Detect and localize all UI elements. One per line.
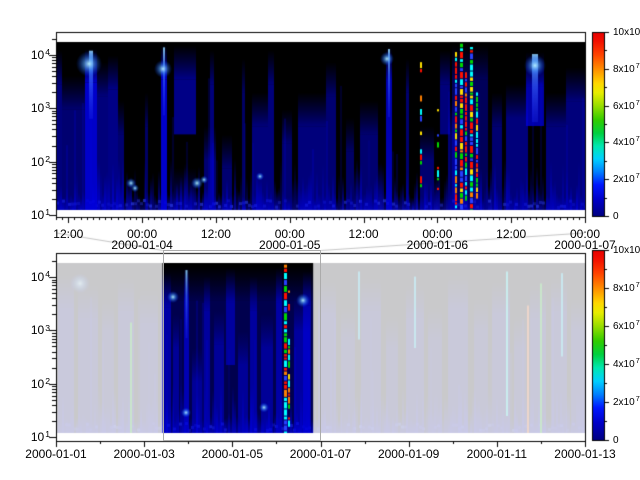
x-date-label: 2000-01-03 xyxy=(113,448,174,460)
x-date-label: 2000-01-09 xyxy=(378,448,439,460)
x-date-label: 2000-01-05 xyxy=(259,239,320,251)
colorbar-tick-label: 0 xyxy=(613,436,619,446)
colorbar-tick-label: 2x107 xyxy=(613,175,640,185)
x-date-label: 2000-01-07 xyxy=(290,448,351,460)
y-tick-label: 101 xyxy=(31,431,50,443)
colorbar-tick-label: 2x107 xyxy=(613,398,640,408)
colorbar-tick-label: 4x107 xyxy=(613,138,640,148)
y-tick-label: 102 xyxy=(31,378,50,390)
colorbar-tick-label: 6x107 xyxy=(613,102,640,112)
colorbar-tick-label: 10x107 xyxy=(613,28,640,38)
x-tick-label: 12:00 xyxy=(53,228,83,240)
x-date-label: 2000-01-11 xyxy=(467,448,528,460)
spectrogram-figure: 12:0000:002000-01-0412:0000:002000-01-05… xyxy=(0,0,640,480)
y-tick-label: 103 xyxy=(31,102,50,114)
x-date-label: 2000-01-05 xyxy=(202,448,263,460)
colorbar-tick-label: 6x107 xyxy=(613,322,640,332)
colorbar-tick-label: 10x107 xyxy=(613,246,640,256)
x-date-label: 2000-01-13 xyxy=(554,448,615,460)
x-date-label: 2000-01-07 xyxy=(554,239,615,251)
top-spectrogram-plot[interactable] xyxy=(56,32,585,217)
x-date-label: 2000-01-04 xyxy=(111,239,172,251)
y-tick-label: 103 xyxy=(31,324,50,336)
y-tick-label: 104 xyxy=(31,271,50,283)
y-tick-label: 101 xyxy=(31,209,50,221)
y-tick-label: 104 xyxy=(31,49,50,61)
x-tick-label: 12:00 xyxy=(349,228,379,240)
colorbar-tick-label: 8x107 xyxy=(613,284,640,294)
colorbar-tick-label: 8x107 xyxy=(613,65,640,75)
selection-box[interactable] xyxy=(163,250,321,441)
x-tick-label: 12:00 xyxy=(201,228,231,240)
x-date-label: 2000-01-06 xyxy=(407,239,468,251)
colorbar-tick-label: 4x107 xyxy=(613,360,640,370)
x-tick-label: 12:00 xyxy=(496,228,526,240)
x-date-label: 2000-01-01 xyxy=(25,448,86,460)
y-tick-label: 102 xyxy=(31,156,50,168)
colorbar-tick-label: 0 xyxy=(613,212,619,222)
